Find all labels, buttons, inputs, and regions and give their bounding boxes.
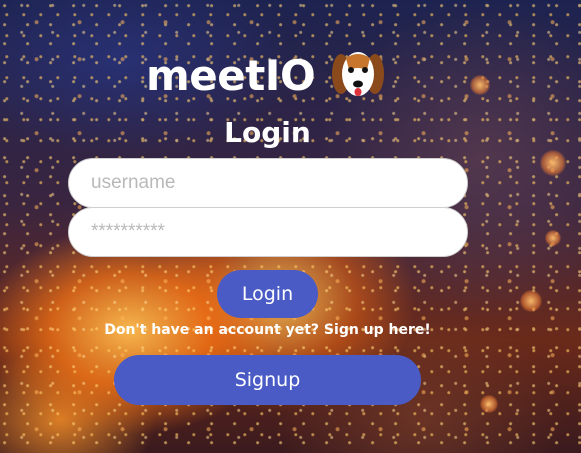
dog-face-icon — [332, 52, 385, 96]
lantern-decoration — [540, 150, 566, 176]
brand-name: meetIO — [146, 51, 316, 100]
lantern-decoration — [470, 75, 490, 95]
login-button[interactable]: Login — [217, 270, 318, 318]
lantern-decoration — [480, 395, 498, 413]
brand-header: meetIO — [146, 48, 387, 104]
password-input[interactable] — [68, 207, 468, 257]
lantern-decoration — [520, 290, 542, 312]
lantern-decoration — [545, 230, 561, 246]
signup-button[interactable]: Signup — [114, 355, 421, 405]
signup-hint: Don't have an account yet? Sign up here! — [104, 322, 431, 338]
page-title: Login — [224, 116, 311, 149]
username-input[interactable] — [68, 158, 468, 208]
